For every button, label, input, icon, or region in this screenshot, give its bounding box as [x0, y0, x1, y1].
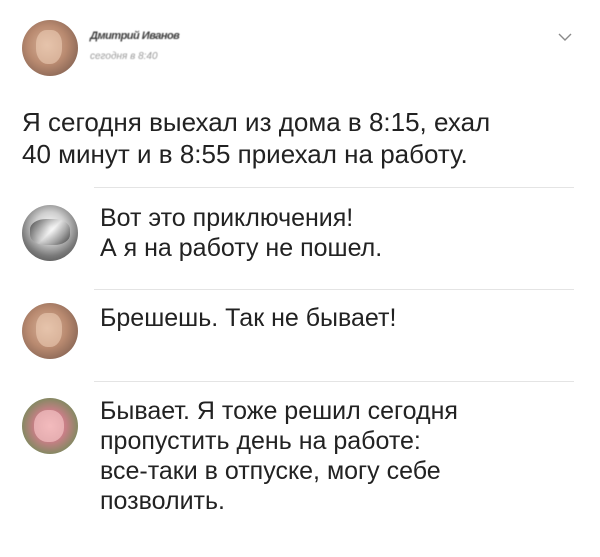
commenter-avatar[interactable] — [22, 303, 78, 359]
comment-text: Вот это приключения! А я на работу не по… — [100, 203, 570, 263]
post-text-line: 40 минут и в 8:55 приехал на работу. — [22, 139, 468, 169]
post-header: Дмитрий Иванов сегодня в 8:40 — [22, 20, 578, 78]
post-text-line: Я сегодня выехал из дома в 8:15, ехал — [22, 107, 491, 137]
comment-item: Брешешь. Так не бывает! — [22, 303, 578, 365]
author-avatar[interactable] — [22, 20, 78, 76]
divider — [94, 187, 574, 188]
comment-text-line: пропустить день на работе: — [100, 427, 421, 455]
post-timestamp[interactable]: сегодня в 8:40 — [90, 51, 158, 62]
comment-text-line: Бывает. Я тоже решил сегодня — [100, 397, 458, 425]
commenter-avatar[interactable] — [22, 205, 78, 261]
divider — [94, 381, 574, 382]
comment-text-line: позволить. — [100, 487, 225, 515]
comment-text-line: все-таки в отпуске, могу себе — [100, 457, 441, 485]
comment-text-line: Брешешь. Так не бывает! — [100, 304, 397, 332]
comment-item: Вот это приключения! А я на работу не по… — [22, 203, 578, 273]
commenter-avatar[interactable] — [22, 398, 78, 454]
comment-text-line: А я на работу не пошел. — [100, 234, 383, 262]
comment-text-line: Вот это приключения! — [100, 204, 354, 232]
chevron-down-icon[interactable] — [558, 32, 572, 42]
divider — [94, 289, 574, 290]
post-card: Дмитрий Иванов сегодня в 8:40 Я сегодня … — [0, 0, 600, 557]
comment-item: Бывает. Я тоже решил сегодня пропустить … — [22, 396, 578, 536]
post-text: Я сегодня выехал из дома в 8:15, ехал 40… — [22, 106, 572, 170]
comment-text: Бывает. Я тоже решил сегодня пропустить … — [100, 396, 570, 516]
comment-text: Брешешь. Так не бывает! — [100, 303, 570, 333]
author-name[interactable]: Дмитрий Иванов — [90, 30, 180, 42]
